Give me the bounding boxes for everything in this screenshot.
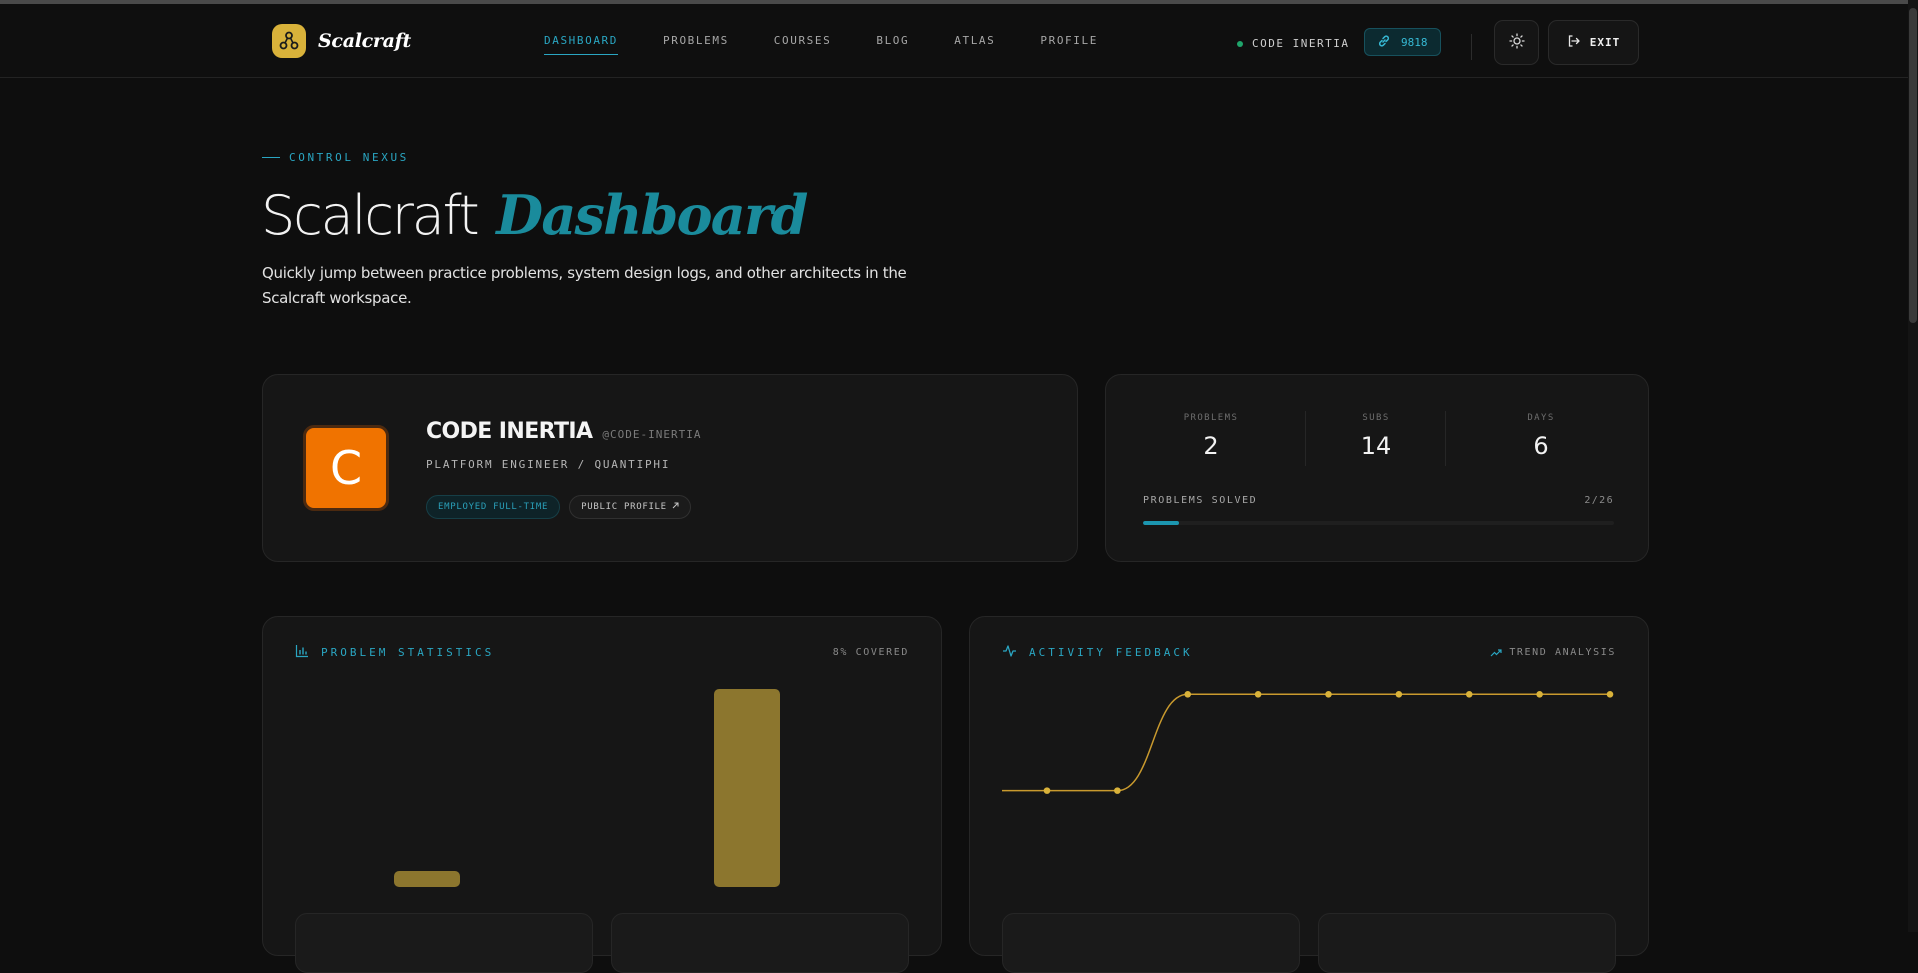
- progress-count: 2/26: [1584, 495, 1614, 506]
- stat-problems-label: PROBLEMS: [1183, 413, 1239, 423]
- page-title-plain: Scalcraft: [261, 184, 480, 247]
- hero-eyebrow: CONTROL NEXUS: [262, 151, 409, 164]
- page-title: Scalcraft Dashboard: [261, 180, 808, 251]
- profile-card: C CODE INERTIA @CODE-INERTIA PLATFORM EN…: [262, 374, 1078, 562]
- stat-panel: [1318, 913, 1616, 973]
- activity-point-5: [1395, 690, 1403, 698]
- avatar: C: [303, 425, 389, 511]
- profile-name: CODE INERTIA: [426, 419, 593, 444]
- header-user-name: CODE INERTIA: [1252, 37, 1350, 50]
- progress-row: PROBLEMS SOLVED 2/26: [1143, 495, 1614, 506]
- main-nav: DASHBOARD PROBLEMS COURSES BLOG ATLAS PR…: [544, 34, 1098, 55]
- progress-bar-fill: [1143, 521, 1180, 525]
- brand-name: Scalcraft: [318, 30, 411, 52]
- public-profile-label: PUBLIC PROFILE: [581, 502, 667, 512]
- sun-icon: [1508, 33, 1525, 52]
- stat-days: DAYS 6: [1461, 413, 1621, 460]
- stat-subs-value: 14: [1360, 432, 1392, 460]
- profile-badges: EMPLOYED FULL-TIME PUBLIC PROFILE: [426, 495, 691, 519]
- stat-subs: SUBS 14: [1296, 413, 1456, 460]
- stat-problems-value: 2: [1203, 432, 1219, 460]
- nav-courses[interactable]: COURSES: [774, 34, 832, 55]
- nav-atlas[interactable]: ATLAS: [954, 34, 995, 55]
- bar-1: [714, 689, 780, 887]
- line-chart: [1002, 690, 1614, 794]
- activity-point-4: [1325, 690, 1332, 698]
- nav-problems[interactable]: PROBLEMS: [663, 34, 729, 55]
- activity-point-0: [1043, 787, 1051, 794]
- page-title-accent: Dashboard: [496, 183, 808, 247]
- logout-icon: [1567, 34, 1581, 51]
- stat-panel: [1002, 913, 1300, 973]
- profile-handle: @CODE-INERTIA: [602, 428, 702, 441]
- stats-card: PROBLEMS 2 SUBS 14 DAYS 6 PROBLEMS SOLVE…: [1105, 374, 1649, 562]
- progress-label: PROBLEMS SOLVED: [1143, 495, 1258, 506]
- eyebrow-line: [262, 157, 280, 158]
- eyebrow-text: CONTROL NEXUS: [289, 151, 409, 164]
- nav-profile[interactable]: PROFILE: [1040, 34, 1098, 55]
- online-status-dot: [1237, 40, 1243, 47]
- activity-point-6: [1465, 690, 1473, 698]
- activity-point-3: [1254, 690, 1262, 698]
- user-status[interactable]: CODE INERTIA: [1237, 37, 1349, 50]
- profile-role: PLATFORM ENGINEER / QUANTIPHI: [426, 458, 671, 471]
- bar-0: [394, 871, 460, 887]
- link-chain-icon: [1377, 33, 1391, 52]
- header-divider: [1471, 34, 1472, 60]
- page-scrollbar[interactable]: [1908, 0, 1918, 932]
- activity-point-7: [1536, 690, 1543, 698]
- activity-feedback-card: ACTIVITY FEEDBACK TREND ANALYSIS: [969, 616, 1649, 973]
- activity-point-8: [1606, 690, 1614, 698]
- stat-days-value: 6: [1533, 432, 1549, 460]
- points-value: 9818: [1401, 35, 1428, 49]
- progress-bar: [1143, 521, 1614, 525]
- profile-name-row: CODE INERTIA @CODE-INERTIA: [426, 419, 702, 444]
- theme-toggle-button[interactable]: [1494, 20, 1539, 65]
- stat-days-label: DAYS: [1527, 413, 1555, 423]
- activity-point-1: [1114, 787, 1121, 794]
- logo-network-icon: [272, 24, 306, 58]
- exit-button[interactable]: EXIT: [1548, 20, 1639, 65]
- stat-panel: [611, 913, 909, 973]
- stat-problems: PROBLEMS 2: [1131, 413, 1291, 460]
- bar-chart: [394, 689, 780, 887]
- problem-statistics-card: PROBLEM STATISTICS 8% COVERED: [262, 616, 942, 973]
- external-arrow-icon: [672, 502, 679, 512]
- employment-badge: EMPLOYED FULL-TIME: [426, 495, 561, 519]
- activity-line: [1002, 693, 1610, 792]
- nav-blog[interactable]: BLOG: [876, 34, 909, 55]
- activity-point-2: [1184, 690, 1192, 698]
- brand-logo-link[interactable]: Scalcraft: [272, 24, 411, 58]
- stat-subs-label: SUBS: [1362, 413, 1390, 423]
- stat-panel: [295, 913, 593, 973]
- stat-separator: [1445, 411, 1446, 466]
- nav-dashboard[interactable]: DASHBOARD: [544, 34, 619, 55]
- scrollbar-thumb[interactable]: [1909, 8, 1917, 323]
- points-badge[interactable]: 9818: [1364, 28, 1441, 56]
- top-navbar: Scalcraft DASHBOARD PROBLEMS COURSES BLO…: [0, 4, 1908, 78]
- exit-button-label: EXIT: [1589, 36, 1621, 49]
- public-profile-link[interactable]: PUBLIC PROFILE: [569, 495, 691, 519]
- page-subtitle: Quickly jump between practice problems, …: [262, 264, 907, 307]
